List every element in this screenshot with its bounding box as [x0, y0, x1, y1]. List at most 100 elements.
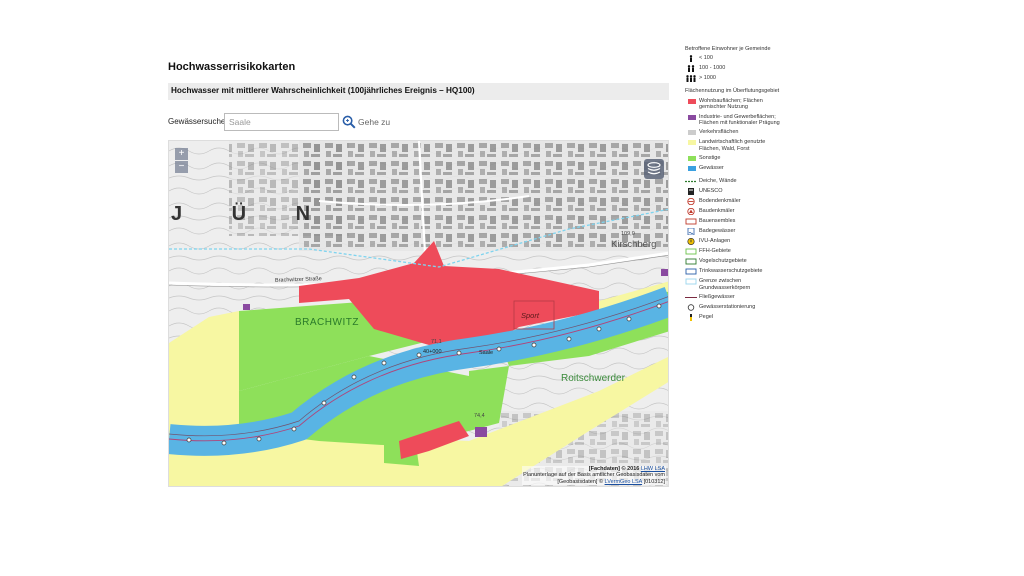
- goto-button[interactable]: Gehe zu: [342, 114, 390, 130]
- traffic-swatch: [688, 130, 696, 136]
- map-subtitle: Hochwasser mit mittlerer Wahrscheinlichk…: [171, 86, 475, 95]
- subtitle-bar: Hochwasser mit mittlerer Wahrscheinlichk…: [168, 83, 669, 100]
- water-search: Gewässersuche Gehe zu: [168, 113, 408, 131]
- person-three-icon: [686, 75, 696, 83]
- ensemble-icon: [685, 218, 697, 225]
- lvermgeo-link[interactable]: LVermGeo LSA: [605, 479, 643, 485]
- station-icon: [687, 304, 695, 311]
- map-label-elev2: 71,1: [431, 339, 442, 345]
- legend-landuse-item: Gewässer: [685, 165, 785, 172]
- search-label: Gewässersuche: [168, 117, 226, 126]
- legend-feature-label: Badegewässer: [699, 228, 736, 235]
- ffh-icon: [685, 248, 697, 255]
- legend-landuse-item: Wohnbauflächen; Flächen gemischter Nutzu…: [685, 98, 785, 111]
- map-canvas[interactable]: [169, 141, 669, 487]
- map-label-elev3: 74,4: [474, 413, 485, 419]
- legend-feature-item: FFH-Gebiete: [685, 248, 785, 255]
- legend-feature-item: Pegel: [685, 314, 785, 322]
- person-two-icon: [687, 65, 695, 73]
- attribution-line1: [Fachdaten] © 2016: [588, 465, 641, 472]
- unesco-icon: [688, 188, 694, 196]
- other-swatch: [688, 156, 696, 162]
- zoom-in-button[interactable]: +: [175, 148, 188, 160]
- legend-feature-label: Deiche, Wände: [699, 178, 737, 185]
- layers-icon: [647, 162, 661, 175]
- legend-feature-label: Gewässerstationierung: [699, 304, 756, 311]
- legend-landuse-item: Industrie- und Gewerbeflächen; Flächen m…: [685, 114, 785, 127]
- legend-affected-label: > 1000: [699, 75, 716, 82]
- legend-affected-header: Betroffene Einwohner je Gemeinde: [685, 46, 771, 52]
- water-swatch: [688, 166, 696, 172]
- map-legend: Betroffene Einwohner je Gemeinde < 100 1…: [685, 46, 785, 324]
- legend-feature-label: UNESCO: [699, 188, 723, 195]
- legend-feature-item: UNESCO: [685, 188, 785, 196]
- map-label-brachwitz: BRACHWITZ: [295, 317, 359, 328]
- map-label-sport: Sport: [521, 311, 539, 320]
- legend-feature-item: Bauensembles: [685, 218, 785, 225]
- map-label-station: 40+000: [423, 349, 442, 355]
- map-label-elev1: 109,0: [621, 231, 635, 237]
- layer-switcher-button[interactable]: [644, 159, 664, 179]
- legend-feature-label: Fließgewässer: [699, 294, 735, 301]
- legend-affected-item: < 100: [685, 55, 785, 63]
- legend-feature-item: Bodendenkmäler: [685, 198, 785, 206]
- legend-landuse-label: Industrie- und Gewerbeflächen; Flächen m…: [699, 113, 780, 127]
- agriculture-swatch: [688, 140, 696, 146]
- industrial-swatch: [688, 114, 696, 120]
- attribution-line3-suffix: [010312]: [642, 478, 665, 485]
- legend-feature-item: Grenze zwischen Grundwasserkörpern: [685, 278, 785, 291]
- goto-label: Gehe zu: [358, 117, 391, 127]
- lhw-link[interactable]: LHW LSA: [641, 466, 665, 472]
- legend-feature-label: Vogelschutzgebiete: [699, 258, 747, 265]
- person-one-icon: [689, 55, 693, 63]
- legend-landuse-item: Sonstige: [685, 155, 785, 162]
- map-viewport[interactable]: J Ü N Kirschberg 109,0 Brachwitzer Straß…: [168, 140, 669, 487]
- gauge-icon: [690, 314, 692, 322]
- legend-landuse-header: Flächennutzung im Überflutungsgebiet: [685, 88, 780, 95]
- legend-feature-item: Deiche, Wände: [685, 178, 785, 185]
- legend-feature-item: Gewässerstationierung: [685, 304, 785, 311]
- page-title: Hochwasserrisikokarten: [168, 61, 296, 73]
- legend-landuse-item: Landwirtschaftlich genutzte Flächen, Wal…: [685, 139, 785, 152]
- legend-landuse-label: Wohnbauflächen; Flächen gemischter Nutzu…: [699, 97, 763, 111]
- attribution-line3: [Geobasisdaten] ©: [557, 478, 605, 485]
- zoom-out-button[interactable]: −: [175, 161, 188, 173]
- river-icon: [685, 297, 697, 299]
- legend-feature-item: Baudenkmäler: [685, 208, 785, 216]
- legend-landuse-label: Sonstige: [699, 155, 721, 162]
- legend-feature-item: Fließgewässer: [685, 294, 785, 301]
- legend-feature-item: Trinkwasserschutzgebiete: [685, 268, 785, 275]
- legend-feature-label: Bodendenkmäler: [699, 198, 741, 205]
- legend-affected-label: < 100: [699, 55, 713, 62]
- legend-landuse-label: Verkehrsflächen: [699, 129, 739, 136]
- residential-swatch: [688, 98, 696, 104]
- legend-feature-label: Trinkwasserschutzgebiete: [699, 268, 763, 275]
- legend-feature-label: IVU-Anlagen: [699, 238, 731, 245]
- ground-monument-icon: [687, 198, 695, 206]
- legend-feature-label: Baudenkmäler: [699, 208, 735, 215]
- bird-protection-icon: [685, 258, 697, 265]
- bathing-water-icon: [687, 228, 695, 236]
- legend-affected-item: 100 - 1000: [685, 65, 785, 73]
- magnifier-icon: [342, 115, 356, 129]
- map-label-saale: Saale: [479, 350, 494, 356]
- search-input[interactable]: [224, 113, 339, 131]
- zoom-control: + −: [175, 148, 188, 174]
- building-monument-icon: [687, 208, 695, 216]
- map-label-roitschwerder: Roitschwerder: [561, 373, 625, 384]
- legend-feature-label: Grenze zwischen Grundwasserkörpern: [699, 278, 751, 291]
- map-label-jun: J Ü N: [171, 203, 333, 225]
- drinking-water-icon: [685, 268, 697, 275]
- legend-feature-label: FFH-Gebiete: [699, 248, 731, 255]
- ivu-icon: [687, 238, 695, 246]
- groundwater-border-icon: [685, 278, 697, 285]
- legend-landuse-item: Verkehrsflächen: [685, 129, 785, 136]
- legend-affected-label: 100 - 1000: [699, 65, 726, 72]
- legend-feature-item: Vogelschutzgebiete: [685, 258, 785, 265]
- legend-feature-item: Badegewässer: [685, 228, 785, 236]
- legend-feature-label: Bauensembles: [699, 218, 736, 225]
- legend-feature-label: Pegel: [699, 314, 714, 321]
- map-attribution: [Fachdaten] © 2016 LHW LSA Planunterlage…: [522, 465, 666, 485]
- legend-affected-item: > 1000: [685, 75, 785, 83]
- legend-feature-item: IVU-Anlagen: [685, 238, 785, 246]
